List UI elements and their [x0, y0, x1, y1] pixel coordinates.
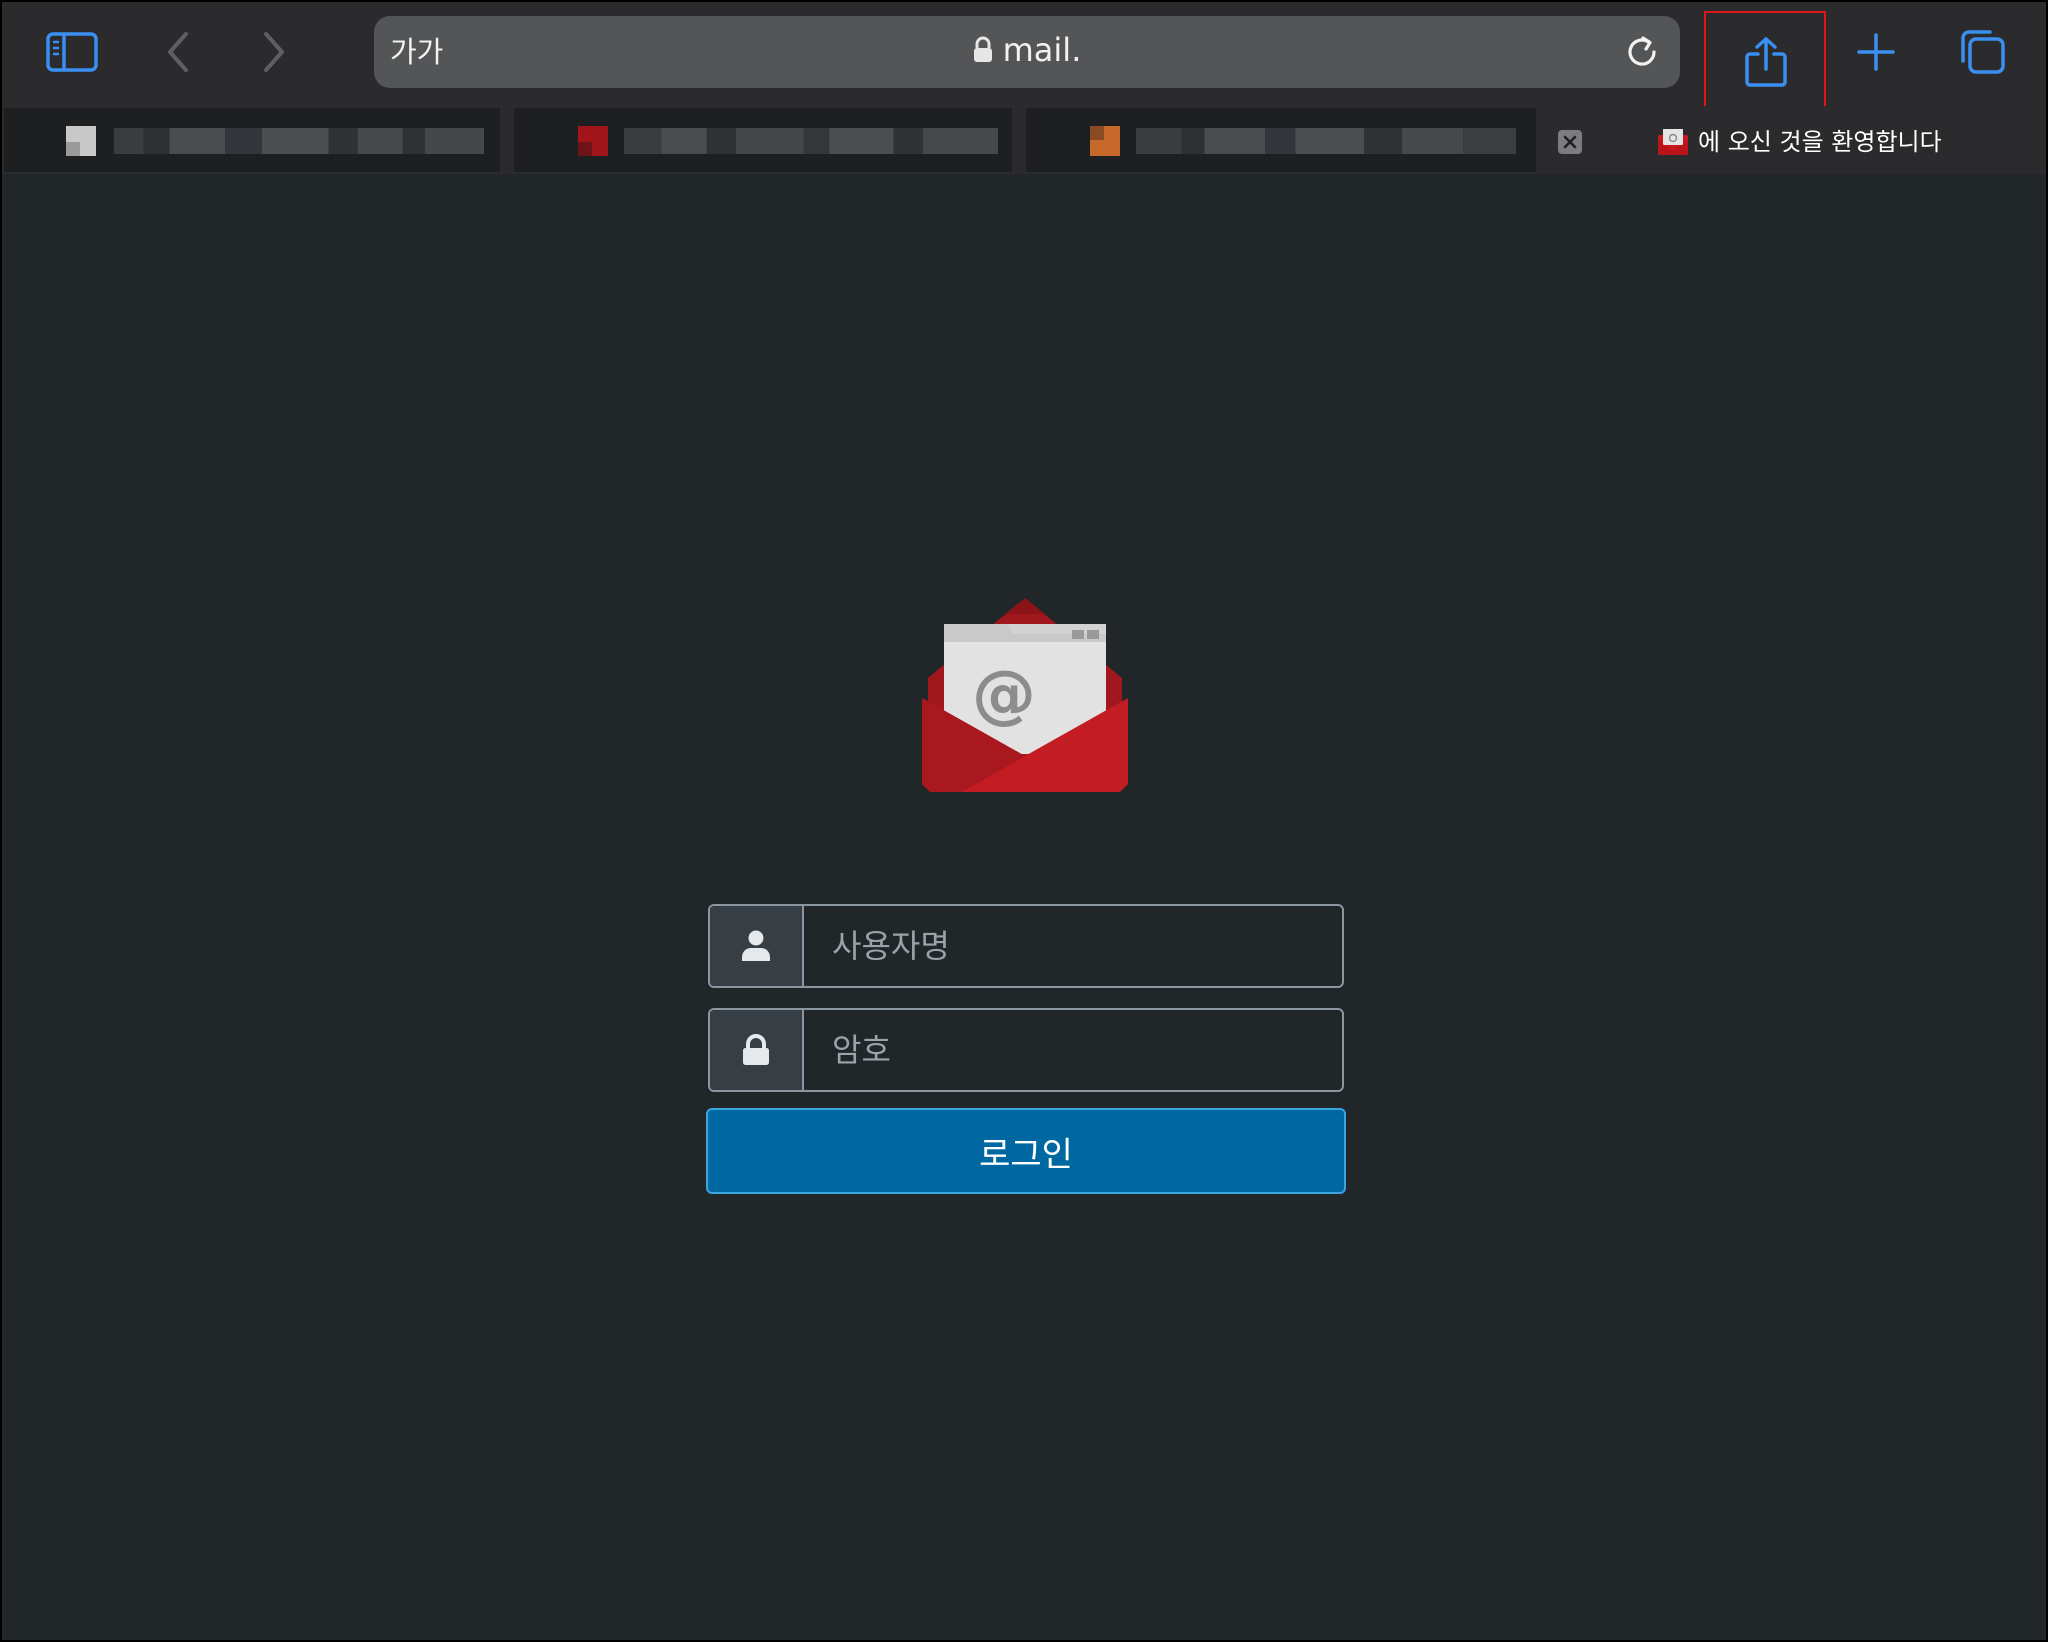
lock-icon: [743, 1034, 769, 1065]
reload-icon[interactable]: [1620, 30, 1664, 74]
tab-bar: 에 오신 것을 환영합니다: [2, 106, 2046, 174]
pixelated-block: [578, 142, 592, 156]
password-group: [708, 1008, 1344, 1092]
user-icon: [742, 930, 770, 961]
pixelated-block: [66, 142, 80, 156]
tab-redacted[interactable]: [514, 108, 1012, 172]
password-input[interactable]: [804, 1010, 1342, 1090]
login-button[interactable]: 로그인: [706, 1108, 1346, 1194]
plus-icon[interactable]: [1848, 24, 1904, 80]
redacted-title: [114, 128, 484, 154]
address-bar[interactable]: 가가 mail.: [374, 16, 1680, 88]
tab-redacted[interactable]: [1026, 108, 1536, 172]
svg-text:@: @: [972, 658, 1036, 732]
chevron-right-icon[interactable]: [246, 24, 302, 80]
share-icon[interactable]: [1706, 12, 1826, 112]
pixelated-block: [1090, 126, 1104, 140]
mail-envelope-icon: @: [922, 598, 1128, 792]
browser-toolbar: 가가 mail.: [2, 2, 2046, 111]
username-input[interactable]: [804, 906, 1342, 986]
tab-active[interactable]: 에 오신 것을 환영합니다: [1658, 124, 1942, 160]
sidebar-icon[interactable]: [40, 24, 104, 80]
tab-title: 에 오신 것을 환영합니다: [1698, 128, 1942, 156]
redacted-title: [1136, 128, 1516, 154]
url-text: mail.: [1002, 31, 1082, 69]
chevron-left-icon[interactable]: [150, 24, 206, 80]
tab-redacted[interactable]: [4, 108, 500, 172]
user-addon: [710, 906, 804, 986]
username-group: [708, 904, 1344, 988]
mail-favicon-icon: [1658, 129, 1688, 155]
password-addon: [710, 1010, 804, 1090]
redacted-title: [624, 128, 998, 154]
close-icon[interactable]: [1558, 130, 1582, 154]
lock-icon: [973, 36, 992, 62]
url-display[interactable]: mail.: [374, 30, 1680, 70]
browser-window: 가가 mail. 에 오신 것을 환영합니다 @ 사용자명 로그인: [0, 0, 2048, 1642]
tabs-icon[interactable]: [1954, 24, 2010, 80]
